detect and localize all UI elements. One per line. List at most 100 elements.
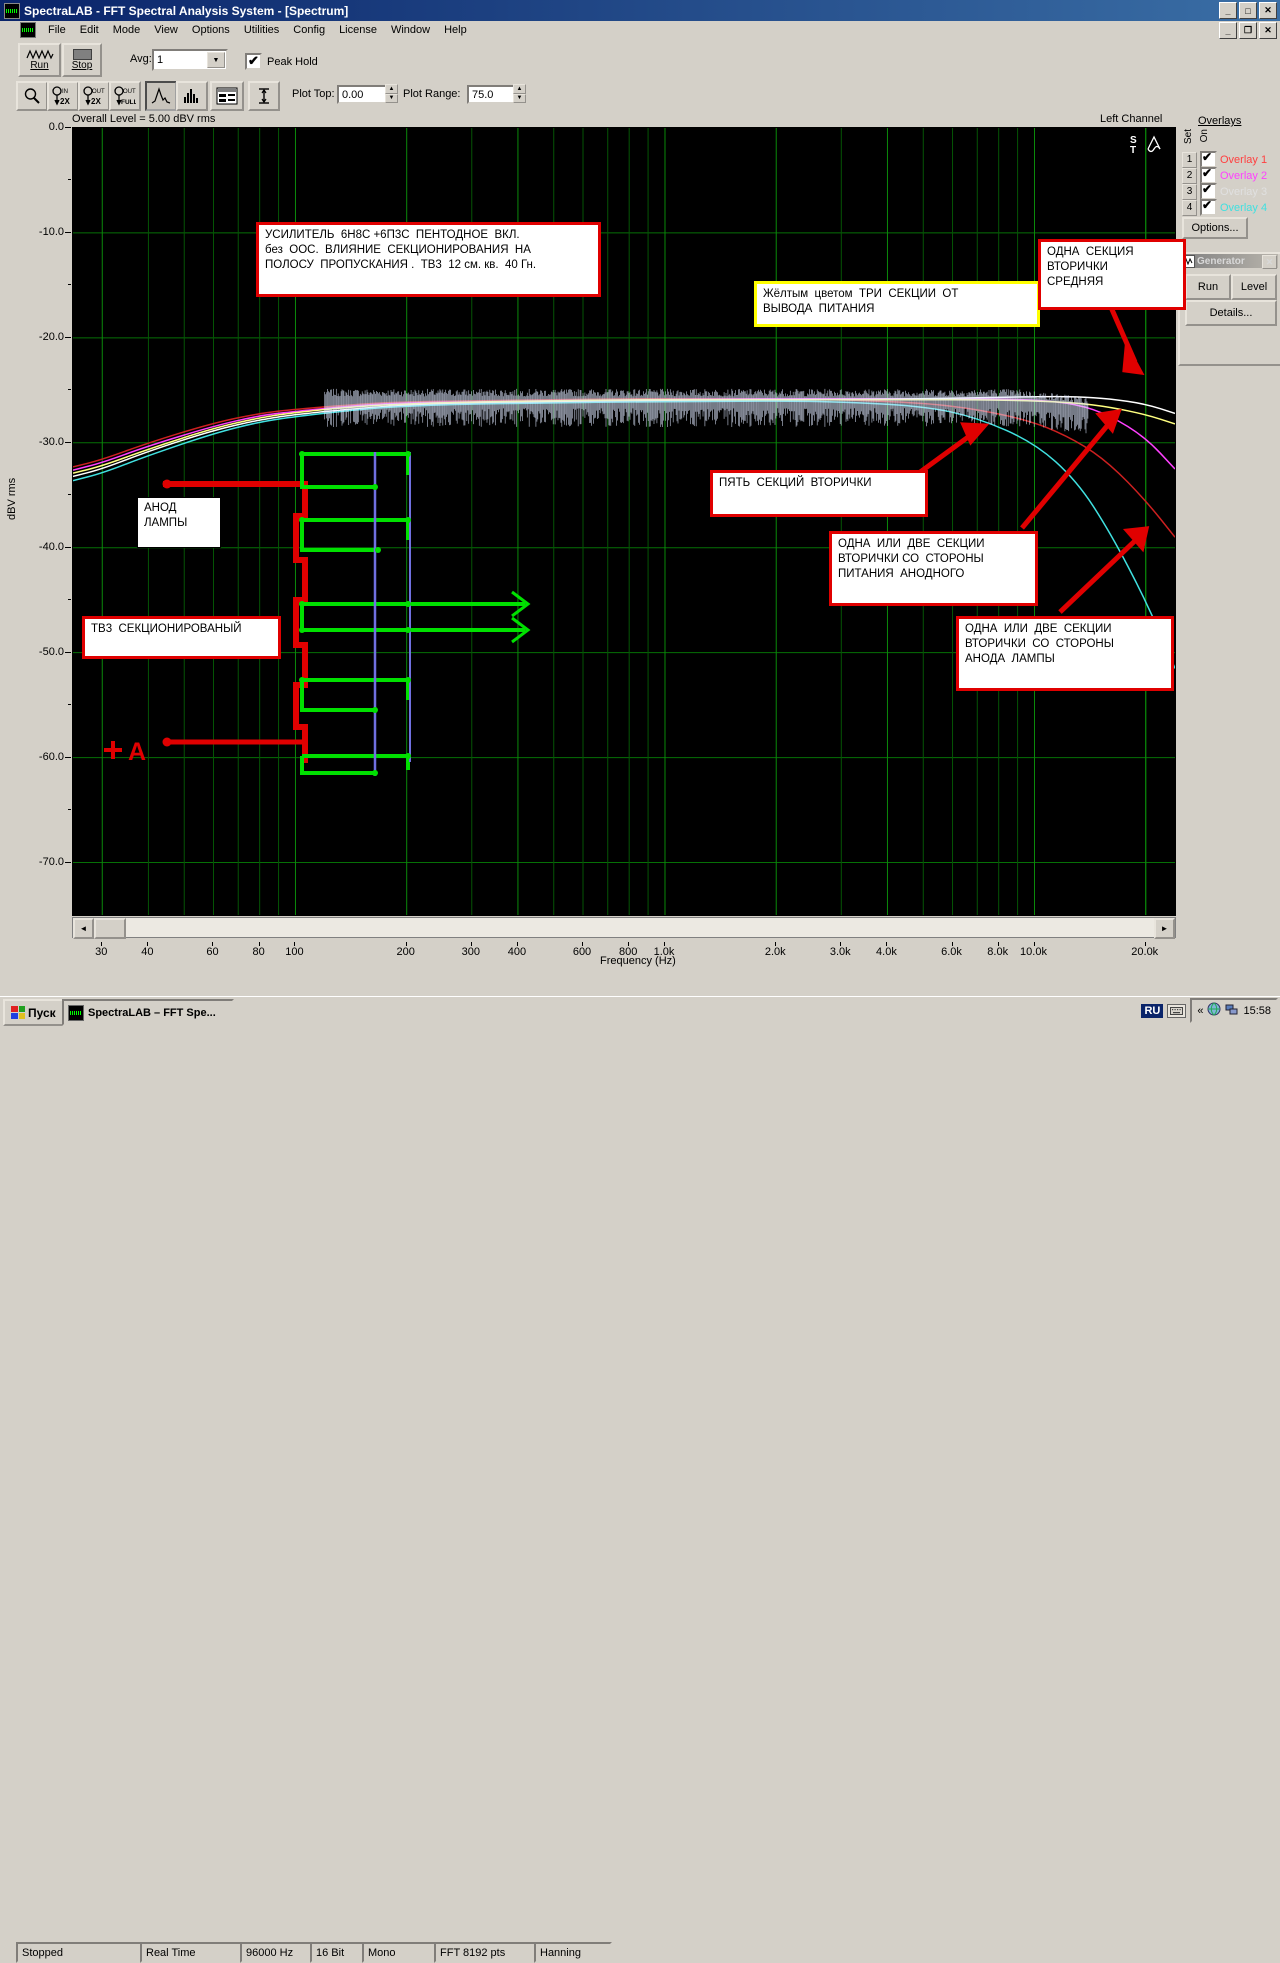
run-button-label: Run [30, 60, 49, 71]
zoom-out-full-button[interactable]: OUT FULL [109, 81, 141, 111]
chevron-down-icon[interactable]: ▼ [207, 52, 225, 68]
close-button[interactable]: ✕ [1259, 2, 1277, 19]
x-tick-label: 4.0k [876, 946, 897, 958]
x-tick-label: 80 [252, 946, 265, 958]
scroll-right-arrow-icon[interactable]: ► [1154, 918, 1175, 939]
x-tick-mark [775, 942, 777, 946]
plot-range-spin-up[interactable]: ▲ [513, 84, 526, 94]
overlays-col-on-header: On [1199, 129, 1210, 143]
menu-file[interactable]: File [41, 23, 73, 37]
language-indicator[interactable]: RU [1141, 1003, 1164, 1018]
scrollbar-track[interactable] [126, 918, 1154, 937]
network-icon[interactable] [1225, 1002, 1239, 1019]
plot-range-spinner[interactable]: ▲ ▼ [513, 84, 526, 103]
tray-expand-icon[interactable]: « [1197, 1005, 1203, 1017]
anno-one-section-middle: ОДНА СЕКЦИЯ ВТОРИЧКИ СРЕДНЯЯ [1038, 239, 1186, 310]
title-bar: SpectraLAB - FFT Spectral Analysis Syste… [0, 0, 1280, 21]
x-tick-mark [840, 942, 842, 946]
svg-text:OUT: OUT [123, 89, 136, 95]
avg-dropdown[interactable]: 1 ▼ [152, 49, 228, 71]
plot-top-spin-up[interactable]: ▲ [385, 84, 398, 94]
plot-range-input[interactable]: 75.0 [467, 85, 519, 104]
fft-noise-band [324, 388, 1089, 434]
minimize-button[interactable]: _ [1219, 2, 1237, 19]
x-axis-title: Frequency (Hz) [600, 955, 676, 967]
menu-help[interactable]: Help [437, 23, 474, 37]
y-minor-tick [68, 494, 71, 496]
mdi-minimize-button[interactable]: _ [1219, 22, 1237, 39]
x-tick-label: 3.0k [829, 946, 851, 958]
overlay-row-2[interactable]: 2 ✔ Overlay 2 [1182, 166, 1268, 184]
svg-text:OUT: OUT [92, 89, 105, 95]
x-tick-mark [258, 942, 260, 946]
x-tick-mark [470, 942, 472, 946]
menu-utilities[interactable]: Utilities [237, 23, 286, 37]
globe-icon[interactable] [1207, 1002, 1221, 1019]
overlay-enable-checkbox-4[interactable]: ✔ [1200, 198, 1217, 216]
anno-tvz-sectioned: ТВ3 СЕКЦИОНИРОВАНЫЙ [82, 616, 281, 659]
overlays-col-set-header: Set [1183, 129, 1194, 145]
document-icon[interactable] [20, 22, 36, 38]
peak-hold-checkbox[interactable]: ✔ Peak Hold [245, 53, 318, 70]
plot-horizontal-scrollbar[interactable]: ◄ ► [72, 917, 1176, 939]
x-tick-mark [663, 942, 665, 946]
y-minor-tick [68, 179, 71, 181]
overlays-options-button[interactable]: Options... [1182, 217, 1248, 239]
menu-window[interactable]: Window [384, 23, 437, 37]
generator-details-button[interactable]: Details... [1185, 300, 1277, 326]
overlay-set-button-2[interactable]: 2 [1182, 167, 1197, 184]
menu-config[interactable]: Config [286, 23, 332, 37]
data-table-view-button[interactable] [210, 81, 244, 111]
maximize-button[interactable]: □ [1239, 2, 1257, 19]
scrollbar-thumb[interactable] [94, 918, 126, 939]
x-tick-mark [997, 942, 999, 946]
generator-run-button[interactable]: Run [1185, 274, 1231, 300]
generator-close-button[interactable]: ✕ [1262, 255, 1277, 269]
x-tick-mark [101, 942, 103, 946]
overlay-row-1[interactable]: 1 ✔ Overlay 1 [1182, 150, 1267, 168]
vertical-scale-icon [259, 88, 269, 104]
bar-chart-view-button[interactable] [176, 81, 208, 111]
menu-options[interactable]: Options [185, 23, 237, 37]
menu-license[interactable]: License [332, 23, 384, 37]
zoom-out-2x-button[interactable]: OUT 2X [78, 81, 110, 111]
taskbar-item-spectralab[interactable]: SpectraLAB – FFT Spe... [62, 999, 234, 1026]
autoscale-button[interactable] [248, 81, 280, 111]
plot-range-spin-down[interactable]: ▼ [513, 93, 526, 103]
overlay-set-button-3[interactable]: 3 [1182, 183, 1197, 200]
stop-button[interactable]: Stop [62, 43, 102, 77]
scroll-left-arrow-icon[interactable]: ◄ [73, 918, 94, 939]
x-tick-mark [405, 942, 407, 946]
zoom-in-2x-button[interactable]: IN 2X [47, 81, 79, 111]
menu-view[interactable]: View [147, 23, 185, 37]
spectrum-plot[interactable] [72, 127, 1176, 916]
mdi-close-button[interactable]: ✕ [1259, 22, 1277, 39]
menu-edit[interactable]: Edit [73, 23, 106, 37]
x-tick-mark [1033, 942, 1035, 946]
anno-amplifier-description: УСИЛИТЕЛЬ 6Н8С +6П3С ПЕНТОДНОЕ ВКЛ. без … [256, 222, 601, 297]
overlay-row-4[interactable]: 4 ✔ Overlay 4 [1182, 198, 1267, 216]
run-button[interactable]: Run [18, 43, 61, 77]
check-icon: ✔ [1202, 198, 1213, 212]
overlay-set-button-1[interactable]: 1 [1182, 151, 1197, 168]
plot-top-input[interactable]: 0.00 [337, 85, 392, 104]
overlay-label-2: Overlay 2 [1220, 169, 1268, 182]
magnifier-icon [24, 88, 40, 104]
menu-mode[interactable]: Mode [106, 23, 148, 37]
plot-top-spin-down[interactable]: ▼ [385, 93, 398, 103]
avg-label: Avg: [130, 53, 152, 65]
mdi-restore-button[interactable]: ❐ [1239, 22, 1257, 39]
start-button-label: Пуск [28, 1005, 56, 1020]
peak-hold-checkbox-box[interactable]: ✔ [245, 53, 262, 70]
zoom-tool-icon-button[interactable] [16, 81, 48, 111]
svg-text:2X: 2X [60, 97, 70, 106]
overlays-panel: Overlays Set On 1 ✔ Overlay 1 2 ✔ Overla… [1178, 112, 1280, 250]
generator-level-button[interactable]: Level [1231, 274, 1277, 300]
plot-top-spinner[interactable]: ▲ ▼ [385, 84, 398, 103]
spectrum-view-button[interactable] [145, 81, 177, 111]
overlay-row-3[interactable]: 3 ✔ Overlay 3 [1182, 182, 1267, 200]
overlay-set-button-4[interactable]: 4 [1182, 199, 1197, 216]
start-button[interactable]: Пуск [3, 999, 64, 1026]
keyboard-icon[interactable] [1167, 1003, 1187, 1018]
x-tick-label: 600 [572, 946, 592, 958]
